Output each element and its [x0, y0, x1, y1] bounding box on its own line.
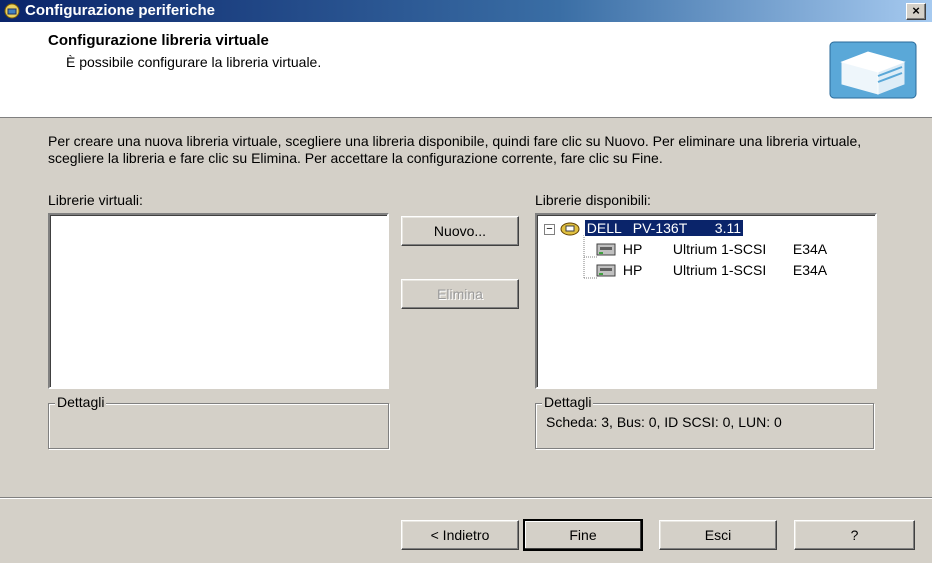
- tape-library-icon: [829, 41, 917, 99]
- finish-button[interactable]: Fine: [523, 519, 643, 551]
- header-title: Configurazione libreria virtuale: [48, 32, 269, 49]
- available-libraries-label: Librerie disponibili:: [535, 192, 651, 208]
- exit-button[interactable]: Esci: [659, 520, 777, 550]
- tree-root-label[interactable]: DELL PV-136T 3.11: [583, 219, 745, 237]
- back-button[interactable]: < Indietro: [401, 520, 519, 550]
- details-right-group: Dettagli Scheda: 3, Bus: 0, ID SCSI: 0, …: [535, 394, 874, 449]
- tree-child-row[interactable]: HP Ultrium 1-SCSI E34A: [595, 241, 827, 258]
- tree-root-row[interactable]: − DELL PV-136T 3.11: [544, 219, 745, 237]
- header-subtitle: È possibile configurare la libreria virt…: [66, 54, 322, 70]
- virtual-libraries-list[interactable]: [48, 213, 389, 389]
- expander-minus-icon[interactable]: −: [544, 223, 555, 235]
- virtual-libraries-label: Librerie virtuali:: [48, 192, 143, 208]
- details-left-legend: Dettagli: [55, 394, 107, 410]
- instructions-text: Per creare una nuova libreria virtuale, …: [48, 133, 862, 166]
- footer-separator: [0, 497, 932, 499]
- details-left-group: Dettagli: [48, 394, 389, 449]
- new-button[interactable]: Nuovo...: [401, 216, 519, 246]
- library-device-icon: [560, 222, 580, 236]
- title-bar: Configurazione periferiche ×: [0, 0, 932, 22]
- tape-drive-icon: [596, 243, 616, 256]
- window-title: Configurazione periferiche: [25, 2, 216, 19]
- devices-config-icon: [4, 3, 20, 19]
- delete-button[interactable]: Elimina: [401, 279, 519, 309]
- tape-drive-icon: [596, 264, 616, 277]
- details-right-text: Scheda: 3, Bus: 0, ID SCSI: 0, LUN: 0: [546, 414, 782, 430]
- details-right-legend: Dettagli: [542, 394, 594, 410]
- available-libraries-tree[interactable]: − DELL PV-136T 3.11 HP Ultrium 1-SCSI E34A H…: [535, 213, 877, 389]
- tree-child-row[interactable]: HP Ultrium 1-SCSI E34A: [595, 262, 827, 279]
- close-button[interactable]: ×: [906, 3, 926, 20]
- help-button[interactable]: ?: [794, 520, 915, 550]
- wizard-header: Configurazione libreria virtuale È possi…: [0, 22, 932, 118]
